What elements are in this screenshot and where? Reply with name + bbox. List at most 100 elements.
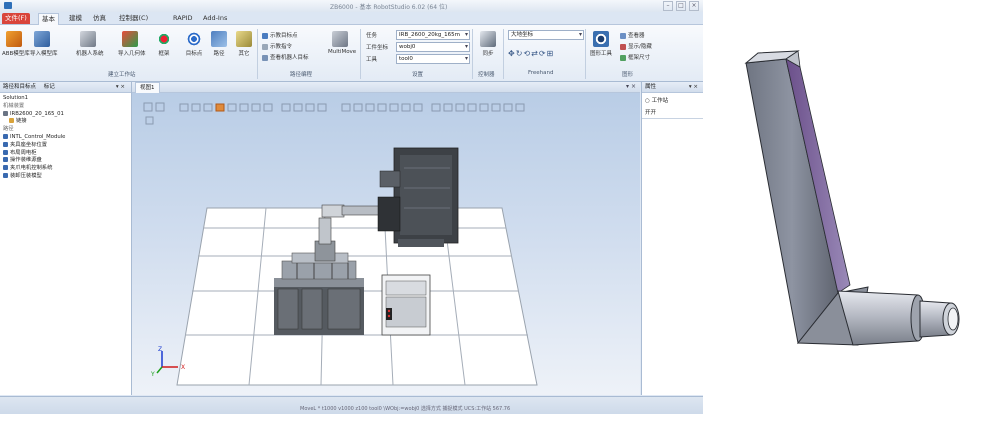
viewer-button[interactable]: 查看器 xyxy=(620,31,645,39)
tab-controller[interactable]: 控制器(C) xyxy=(116,13,151,24)
select-curve-icon[interactable] xyxy=(179,103,189,112)
select-part-icon[interactable] xyxy=(215,103,225,112)
select-mechanism-icon[interactable] xyxy=(239,103,249,112)
zoom-icon[interactable] xyxy=(143,102,153,112)
simulation-icon[interactable] xyxy=(515,103,525,112)
axis-y-label: Y xyxy=(150,371,155,378)
wobj-select[interactable]: wobj0 xyxy=(396,42,470,52)
measure-distance-icon[interactable] xyxy=(377,103,387,112)
graphics-tools-button[interactable]: 图形工具 xyxy=(589,31,613,57)
jog-joint-icon[interactable]: ⟲ xyxy=(523,49,531,58)
measure-angle-icon[interactable] xyxy=(353,103,363,112)
tab-paths-targets[interactable]: 路径和目标点 xyxy=(0,84,39,90)
tree-item[interactable]: 路径 xyxy=(3,126,129,134)
show-hide-button[interactable]: 显示/隐藏 xyxy=(620,42,652,50)
tab-view1[interactable]: 视图1 xyxy=(135,82,160,93)
shaft-end-bore xyxy=(947,307,959,331)
tree-item[interactable]: 装卸压装模型 xyxy=(3,172,129,181)
simulation-icon[interactable] xyxy=(443,103,453,112)
tool-select[interactable]: tool0 xyxy=(396,54,470,64)
snap-object-icon[interactable] xyxy=(281,103,291,112)
teach-instruction-button[interactable]: 示教指令 xyxy=(262,42,292,50)
tree-item[interactable]: 机械装置 xyxy=(3,103,129,111)
radio-icon[interactable]: ○ xyxy=(645,98,650,104)
teach-target-icon xyxy=(262,32,268,39)
select-group-icon[interactable] xyxy=(227,103,237,112)
panel-close-icon[interactable]: ▾ × xyxy=(686,82,701,92)
properties-title: 属性 xyxy=(645,84,657,90)
measure-icon[interactable] xyxy=(401,103,411,112)
path-button[interactable]: 路径 xyxy=(207,31,231,57)
reference-frame-select[interactable]: 大地坐标 xyxy=(508,30,584,40)
panel-close-icon[interactable]: ▾ × xyxy=(113,82,128,92)
maximize-button[interactable]: □ xyxy=(676,1,686,11)
robot-system-icon xyxy=(80,31,96,47)
simulation-icon[interactable] xyxy=(455,103,465,112)
simulation-icon[interactable] xyxy=(467,103,477,112)
multi-robot-jog-icon[interactable]: ⊞ xyxy=(547,49,555,58)
simulation-icon[interactable] xyxy=(491,103,501,112)
simulation-icon[interactable] xyxy=(431,103,441,112)
teach-target-button[interactable]: 示教目标点 xyxy=(262,31,298,39)
tab-rapid[interactable]: RAPID xyxy=(170,13,196,24)
close-button[interactable]: × xyxy=(689,1,699,11)
snap-edge-icon[interactable] xyxy=(317,103,327,112)
other-button[interactable]: 其它 xyxy=(232,31,256,57)
tab-file[interactable]: 文件(F) xyxy=(2,13,30,24)
abb-library-icon xyxy=(6,31,22,47)
select-path-icon[interactable] xyxy=(263,103,273,112)
robot-system-button[interactable]: 机器人系统 xyxy=(76,31,104,57)
multimove-button[interactable]: MultiMove xyxy=(328,31,356,55)
import-geometry-button[interactable]: 导入几何体 xyxy=(118,31,146,57)
tab-home[interactable]: 基本 xyxy=(38,13,59,25)
component-icon xyxy=(3,157,8,163)
move-icon[interactable]: ✥ xyxy=(508,49,516,58)
minimize-button[interactable]: – xyxy=(663,1,673,11)
measure-min-icon[interactable] xyxy=(389,103,399,112)
view-menu-icon[interactable]: ▾ × xyxy=(626,82,636,92)
tab-modeling[interactable]: 建模 xyxy=(66,13,85,24)
tree-item[interactable]: Solution1 xyxy=(3,95,129,103)
tree-item[interactable]: 夹具座坐标位置 xyxy=(3,141,129,150)
frame-button[interactable]: 框架 xyxy=(152,31,176,57)
measure-diameter-icon[interactable] xyxy=(365,103,375,112)
tree-item[interactable]: 操作装维源盘 xyxy=(3,157,129,165)
simulation-icon[interactable] xyxy=(479,103,489,112)
select-target-icon[interactable] xyxy=(251,103,261,112)
tree-item[interactable]: INTL_Control_Module xyxy=(3,133,129,142)
jog-reorient-icon[interactable]: ⟳ xyxy=(539,49,547,58)
task-select[interactable]: IRB_2600_20kg_165m xyxy=(396,30,470,40)
select-surface-icon[interactable] xyxy=(191,103,201,112)
measure-point-icon[interactable] xyxy=(341,103,351,112)
freehand-tools[interactable]: ✥↻⟲⇄⟳⊞ xyxy=(508,49,554,58)
frame-size-button[interactable]: 框架尺寸 xyxy=(620,53,650,61)
select-body-icon[interactable] xyxy=(203,103,213,112)
measure-icon[interactable] xyxy=(413,103,423,112)
station-tree: Solution1 机械装置 IRB2600_20_165_01 链接 路径 I… xyxy=(3,95,129,181)
view-robot-target-button[interactable]: 查看机器人目标 xyxy=(262,53,309,61)
tab-tags[interactable]: 标记 xyxy=(41,84,58,90)
station-radio[interactable]: ○ 工作站 xyxy=(645,96,668,104)
jog-linear-icon[interactable]: ⇄ xyxy=(531,49,539,58)
rotate-view-icon[interactable] xyxy=(145,116,154,125)
app-icon[interactable] xyxy=(4,2,12,9)
3d-canvas[interactable]: Z X Y xyxy=(132,93,640,395)
tab-addins[interactable]: Add-Ins xyxy=(200,13,230,24)
simulation-icon[interactable] xyxy=(503,103,513,112)
view-toolbar xyxy=(143,102,525,125)
tab-simulation[interactable]: 仿真 xyxy=(90,13,109,24)
tree-item[interactable]: 链接 xyxy=(3,118,129,126)
import-library-button[interactable]: 导入模型库 xyxy=(30,31,58,57)
tree-item[interactable]: 夹爪电机控制系统 xyxy=(3,165,129,173)
axis-x-label: X xyxy=(181,364,185,371)
component-icon xyxy=(3,141,8,147)
pan-icon[interactable] xyxy=(155,102,165,112)
snap-center-icon[interactable] xyxy=(293,103,303,112)
sync-button[interactable]: 同步 xyxy=(476,31,500,57)
ribbon: ABB模型库 导入模型库 机器人系统 导入几何体 框架 目标点 路径 其它 建立… xyxy=(0,25,703,82)
snap-midpoint-icon[interactable] xyxy=(305,103,315,112)
properties-item[interactable]: 开开 xyxy=(645,108,656,116)
import-geometry-icon xyxy=(122,31,138,47)
abb-library-button[interactable]: ABB模型库 xyxy=(2,31,30,57)
target-button[interactable]: 目标点 xyxy=(182,31,206,57)
